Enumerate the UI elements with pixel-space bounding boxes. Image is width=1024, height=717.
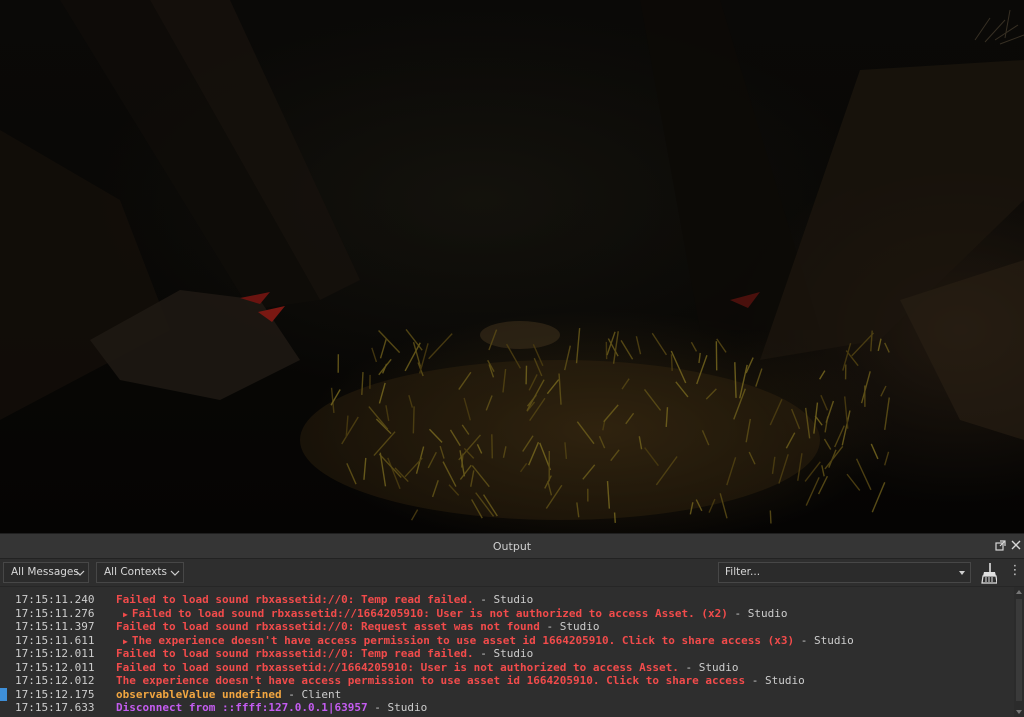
log-source: Client [301,687,342,701]
message-filter-dropdown[interactable]: All Messages [3,562,89,583]
broom-icon[interactable] [979,562,998,584]
log-separator: - [367,701,388,714]
log-timestamp: 17:15:12.011 [15,647,95,660]
message-filter-label: All Messages [11,566,79,578]
log-timestamp: 17:15:12.175 [15,687,95,701]
filter-dropdown-icon[interactable] [959,571,965,575]
log-source: Studio [765,674,805,687]
log-message[interactable]: Failed to load sound rbxassetid://166420… [116,661,739,675]
scroll-up-icon[interactable] [1016,590,1022,594]
log-message-text: Failed to load sound rbxassetid://166420… [116,660,679,674]
close-icon[interactable] [1010,540,1022,552]
log-message-text: Failed to load sound rbxassetid://0: Req… [116,620,540,633]
log-source: Studio [747,606,788,620]
log-source: Studio [698,660,739,674]
context-filter-dropdown[interactable]: All Contexts [96,562,184,583]
output-log[interactable]: 17:15:11.240 Failed to load sound rbxasse… [0,587,1014,717]
log-message[interactable]: ▶ Failed to load sound rbxassetid://16642… [123,607,787,622]
log-separator: - [281,687,302,701]
log-separator: - [678,660,699,674]
chevron-down-icon [75,570,85,576]
log-timestamp: 17:15:11.397 [15,620,95,633]
log-timestamp: 17:15:12.012 [15,674,95,687]
filter-input[interactable]: Filter... [718,562,971,583]
log-message-text: The experience doesn't have access permi… [116,674,746,687]
output-toolbar: All Messages All Contexts Filter... ⋮ [0,559,1024,587]
log-message[interactable]: ▶ The experience doesn't have access perm… [123,634,854,649]
game-viewport[interactable] [0,0,1024,533]
log-separator: - [473,593,494,606]
expand-arrow-icon[interactable]: ▶ [123,610,128,619]
log-timestamp: 17:15:11.611 [15,633,95,647]
log-separator: - [473,647,494,660]
log-separator: - [794,633,814,647]
log-scrollbar[interactable] [1014,587,1024,717]
chevron-down-icon [170,570,180,576]
undock-icon[interactable] [994,540,1006,552]
log-message[interactable]: Failed to load sound rbxassetid://0: Tem… [116,647,533,661]
log-message-text: The experience doesn't have access permi… [131,633,795,647]
log-message-text: Failed to load sound rbxassetid://0: Tem… [116,647,474,660]
log-separator: - [745,674,766,687]
log-message[interactable]: Failed to load sound rbxassetid://0: Req… [116,620,599,634]
scroll-down-icon[interactable] [1016,710,1022,714]
log-message[interactable]: The experience doesn't have access permi… [116,674,805,688]
output-title-bar[interactable]: Output [0,533,1024,559]
log-timestamp: 17:15:11.240 [15,593,95,606]
log-timestamp: 17:15:12.011 [15,660,95,674]
log-message-text: Failed to load sound rbxassetid://166420… [131,606,728,620]
more-vertical-icon[interactable]: ⋮ [1008,562,1022,582]
panel-title: Output [492,540,532,553]
log-source: Studio [493,647,534,660]
log-timestamp: 17:15:11.276 [15,606,95,620]
log-separator: - [727,606,748,620]
log-source: Studio [813,633,854,647]
filter-placeholder: Filter... [725,566,761,578]
log-timestamp: 17:15:17.633 [15,701,95,714]
output-panel: Output All Messages All Contexts Filter.… [0,533,1024,717]
log-message-text: Disconnect from ::ffff:127.0.0.1|63957 [116,701,368,714]
log-source: Studio [559,620,600,633]
log-source: Studio [387,701,428,714]
scroll-thumb[interactable] [1016,599,1022,701]
log-source: Studio [493,593,534,606]
log-message-text: Failed to load sound rbxassetid://0: Tem… [116,593,474,606]
log-message-text: observableValue undefined [116,687,282,701]
log-message[interactable]: Failed to load sound rbxassetid://0: Tem… [116,593,533,607]
expand-arrow-icon[interactable]: ▶ [123,637,128,646]
scene-drawing [0,0,1024,524]
context-filter-label: All Contexts [104,566,167,578]
log-message[interactable]: observableValue undefined - Client [116,688,341,702]
selected-row-marker [0,688,7,701]
log-separator: - [539,620,560,633]
log-message[interactable]: Disconnect from ::ffff:127.0.0.1|63957 -… [116,701,427,715]
